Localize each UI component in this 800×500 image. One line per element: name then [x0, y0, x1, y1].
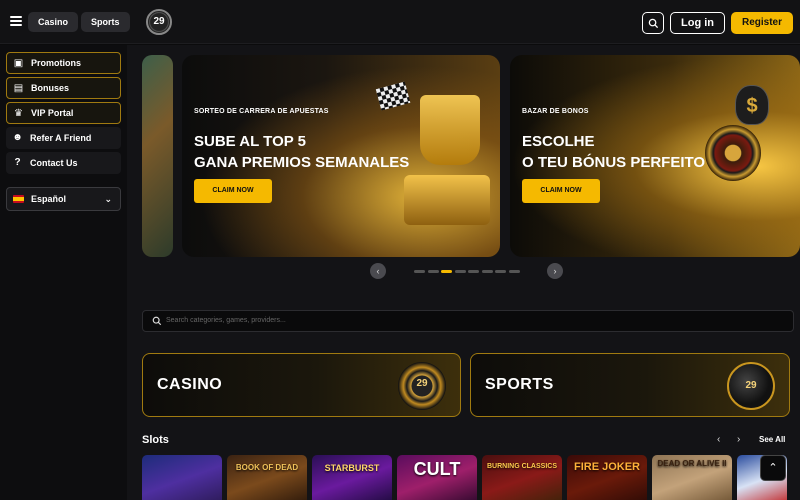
search-icon	[648, 18, 659, 29]
carousel-controls: ‹ ›	[370, 263, 563, 279]
carousel-dot[interactable]	[414, 270, 425, 273]
sidebar-item-promotions[interactable]: ▣ Promotions	[6, 52, 121, 74]
tab-sports[interactable]: Sports	[81, 12, 130, 32]
casino-chips-image: 29	[398, 362, 446, 410]
pedestal-image	[404, 175, 490, 225]
slot-game-thumbnail[interactable]: BOOK OF DEAD	[227, 455, 307, 500]
slot-game-thumbnail[interactable]: BURNING CLASSICS	[482, 455, 562, 500]
slot-game-thumbnail[interactable]: FIRE JOKER	[567, 455, 647, 500]
sidebar-item-vip-portal[interactable]: ♛ VIP Portal	[6, 102, 121, 124]
slot-game-thumbnail[interactable]: CULT	[397, 455, 477, 500]
brand-logo[interactable]: 29	[146, 9, 172, 35]
header-search-button[interactable]	[642, 12, 664, 34]
soccer-ball-image: 29	[727, 362, 775, 410]
banner-title: SUBE AL TOP 5 GANA PREMIOS SEMANALES	[194, 131, 409, 173]
spain-flag-icon	[13, 195, 24, 203]
users-icon: ☻	[12, 132, 23, 143]
login-button[interactable]: Log in	[670, 12, 725, 34]
carousel-next-button[interactable]: ›	[547, 263, 563, 279]
search-icon	[152, 316, 162, 326]
see-all-link[interactable]: See All	[759, 435, 785, 444]
carousel-dot[interactable]	[481, 270, 493, 273]
game-title: STARBURST	[324, 463, 380, 473]
slots-prev-button[interactable]: ‹	[717, 434, 720, 445]
chevron-down-icon: ⌄	[104, 194, 112, 204]
roulette-image	[705, 125, 761, 181]
sidebar-item-label: Bonuses	[31, 83, 70, 93]
slots-section-title: Slots	[142, 434, 169, 446]
game-title: DEAD OR ALIVE II	[657, 459, 727, 468]
checkered-flag-image	[375, 81, 411, 111]
logo-text: 29	[153, 16, 165, 27]
slot-game-thumbnail[interactable]	[142, 455, 222, 500]
tile-label: SPORTS	[485, 376, 554, 393]
money-bag-icon: $	[735, 85, 769, 125]
claim-now-button[interactable]: CLAIM NOW	[522, 179, 600, 203]
crown-icon: ♛	[14, 108, 23, 119]
slot-game-thumbnail[interactable]: DEAD OR ALIVE II	[652, 455, 732, 500]
scroll-to-top-button[interactable]: ⌃	[760, 455, 786, 481]
menu-icon[interactable]	[10, 16, 22, 26]
banner-subtitle: SORTEO DE CARRERA DE APUESTAS	[194, 108, 329, 115]
carousel-dot[interactable]	[427, 270, 439, 273]
sidebar-item-label: Refer A Friend	[30, 133, 92, 143]
game-title: CULT	[413, 459, 461, 479]
register-button[interactable]: Register	[731, 12, 793, 34]
slot-game-thumbnail[interactable]: STARBURST	[312, 455, 392, 500]
carousel-dot[interactable]	[441, 270, 452, 273]
casino-category-tile[interactable]: CASINO 29	[142, 353, 461, 417]
ball-badge: 29	[745, 380, 757, 391]
carousel-dot[interactable]	[468, 270, 479, 273]
tab-casino[interactable]: Casino	[28, 12, 79, 32]
sidebar-item-contact-us[interactable]: ? Contact Us	[6, 152, 121, 174]
banner-subtitle: BAZAR DE BONOS	[522, 108, 589, 115]
promo-banner-bonus-bazaar[interactable]: $ BAZAR DE BONOS ESCOLHE O TEU BÓNUS PER…	[510, 55, 800, 257]
carousel-dot[interactable]	[495, 270, 506, 273]
top-header: Casino Sports 29 Log in Register	[0, 0, 800, 44]
main-content: SORTEO DE CARRERA DE APUESTAS SUBE AL TO…	[127, 45, 800, 500]
banner-peek[interactable]	[142, 55, 173, 257]
help-icon: ?	[14, 157, 21, 168]
game-title: FIRE JOKER	[573, 461, 640, 473]
game-title: BOOK OF DEAD	[235, 463, 299, 472]
gift-icon: ▤	[13, 83, 24, 94]
carousel-dot[interactable]	[508, 270, 520, 273]
search-placeholder: Search categories, games, providers...	[166, 317, 286, 324]
sidebar: ▣ Promotions ▤ Bonuses ♛ VIP Portal ☻ Re…	[0, 45, 127, 500]
banner-title-line-2: GANA PREMIOS SEMANALES	[194, 154, 410, 171]
game-title: BURNING CLASSICS	[486, 463, 557, 470]
language-label: Español	[31, 194, 67, 204]
carousel-prev-button[interactable]: ‹	[370, 263, 386, 279]
chip-badge: 29	[416, 378, 428, 389]
sidebar-item-label: Contact Us	[30, 158, 78, 168]
promo-banner-race[interactable]: SORTEO DE CARRERA DE APUESTAS SUBE AL TO…	[182, 55, 500, 257]
sidebar-item-refer-a-friend[interactable]: ☻ Refer A Friend	[6, 127, 121, 149]
banner-title-line-2: O TEU BÓNUS PERFEITO	[522, 154, 706, 171]
claim-now-button[interactable]: CLAIM NOW	[194, 179, 272, 203]
language-selector[interactable]: Español ⌄	[6, 187, 121, 211]
tile-label: CASINO	[157, 376, 223, 393]
carousel-dot[interactable]	[454, 270, 466, 273]
sports-category-tile[interactable]: SPORTS 29	[470, 353, 790, 417]
banner-title: ESCOLHE O TEU BÓNUS PERFEITO	[522, 131, 705, 173]
sidebar-item-bonuses[interactable]: ▤ Bonuses	[6, 77, 121, 99]
banner-title-line-1: SUBE AL TOP 5	[194, 133, 306, 150]
banner-title-line-1: ESCOLHE	[522, 133, 595, 150]
sidebar-item-label: VIP Portal	[31, 108, 74, 118]
sidebar-item-label: Promotions	[31, 58, 82, 68]
promotions-icon: ▣	[13, 58, 24, 69]
trophy-image	[420, 95, 480, 165]
game-search-bar[interactable]: Search categories, games, providers...	[142, 310, 794, 332]
slots-next-button[interactable]: ›	[737, 434, 740, 445]
